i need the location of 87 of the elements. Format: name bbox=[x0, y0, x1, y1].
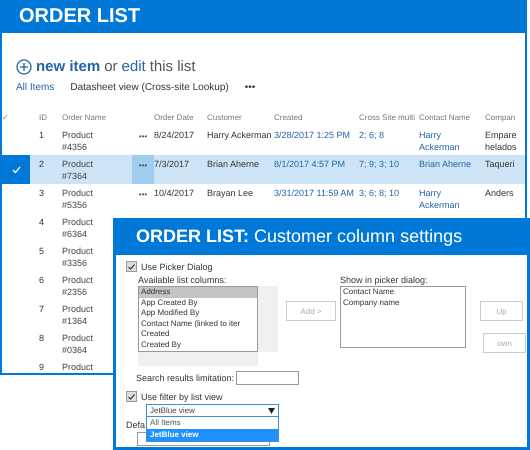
table-cell-text: 2 bbox=[38, 158, 46, 171]
table-cell-text: Harry Ackerman bbox=[207, 129, 273, 142]
picker-listbox[interactable]: Contact Name Company name bbox=[340, 286, 466, 348]
columns-listbox[interactable]: Address App Created By App Modified By Contact Name (linked to iter Created Created By bbox=[138, 286, 258, 352]
checkbox[interactable] bbox=[126, 261, 137, 272]
table-cell-text: Product #1364 bbox=[62, 303, 94, 328]
list-title: ORDER LIST bbox=[2, 0, 525, 33]
table-cell-text: Harry Ackerman bbox=[419, 129, 461, 154]
table-cell-text: Harry Ackerman bbox=[419, 187, 461, 212]
dialog-title: ORDER LIST: Customer column settings bbox=[116, 218, 527, 255]
field-label: Available list columns: bbox=[138, 275, 226, 285]
table-cell-text: 8 bbox=[38, 332, 46, 345]
table-row[interactable]: 3 Product #5356 ••• 10/4/2017 Brayan Lee 3/31/2017 11:59 AM 3; 6; 8; 10 Harry Ackerman Anders bbox=[2, 184, 525, 213]
column-header[interactable]: Compan bbox=[485, 108, 525, 124]
table-cell-text: Product #6364 bbox=[62, 216, 94, 241]
table-cell-text: Anders bbox=[485, 187, 515, 200]
table-cell-text: 7; 9; 3; 10 bbox=[359, 158, 400, 171]
table-cell-text: Brian Aherne bbox=[207, 158, 260, 171]
table-cell-text: 3/28/2017 1:25 PM bbox=[274, 129, 352, 142]
table-cell-text: 4 bbox=[38, 216, 46, 229]
column-header[interactable]: Order Date bbox=[154, 108, 207, 124]
vertical-scrollbar[interactable] bbox=[258, 286, 278, 352]
checkbox-label: Use Picker Dialog bbox=[141, 262, 213, 272]
table-cell-text: Product #0364 bbox=[62, 332, 94, 357]
more-button[interactable]: ••• bbox=[132, 184, 154, 213]
checkmark-icon bbox=[12, 166, 20, 174]
column-header[interactable]: Customer bbox=[207, 108, 274, 124]
more-button[interactable]: ••• bbox=[244, 82, 256, 93]
list-option[interactable]: App Modified By bbox=[139, 308, 257, 318]
column-header[interactable]: ✓ bbox=[2, 108, 30, 124]
table-cell-text: 3 bbox=[38, 187, 46, 200]
field-label: Search results limitation: bbox=[136, 373, 234, 383]
edit-link[interactable]: edit bbox=[122, 58, 146, 75]
table-cell-text: 10/4/2017 bbox=[154, 187, 196, 200]
table-cell-text: 3; 6; 8; 10 bbox=[359, 187, 400, 200]
table-cell-text: 8/24/2017 bbox=[154, 129, 196, 142]
column-header[interactable]: Contact Name bbox=[419, 108, 485, 124]
table-cell-text: 6 bbox=[38, 274, 46, 287]
more-button[interactable]: ••• bbox=[132, 155, 154, 184]
view-tab[interactable]: Datasheet view (Cross-site Lookup) bbox=[70, 82, 229, 93]
table-cell-text: 9 bbox=[38, 361, 46, 373]
checkmark-icon bbox=[128, 394, 135, 400]
table-cell-text: Product bbox=[62, 361, 94, 373]
field-label: Show in picker dialog: bbox=[340, 275, 428, 285]
field-label: Defa bbox=[126, 420, 146, 430]
list-option[interactable]: Company name bbox=[341, 298, 465, 308]
this-list-text: this list bbox=[150, 58, 196, 75]
checkbox-label: Use filter by list view bbox=[141, 392, 223, 402]
list-option[interactable]: App Created By bbox=[139, 298, 257, 308]
table-cell-text: 7/3/2017 bbox=[154, 158, 190, 171]
list-option[interactable]: Created bbox=[139, 329, 257, 340]
table-cell-text: 2; 6; 8 bbox=[359, 129, 386, 142]
input-field[interactable] bbox=[236, 371, 300, 385]
table-cell-text: 1 bbox=[38, 129, 46, 142]
list-option[interactable]: Created By bbox=[139, 340, 257, 350]
column-header[interactable]: ID bbox=[30, 108, 62, 124]
list-option[interactable]: Address bbox=[139, 287, 257, 298]
table-cell-text: Taqueri bbox=[485, 158, 516, 171]
table-cell-text: Product #7364 bbox=[62, 158, 94, 183]
new-item-link[interactable]: new item bbox=[36, 58, 100, 75]
table-cell-text: 7 bbox=[38, 303, 46, 316]
table-row[interactable]: 1 Product #4356 ••• 8/24/2017 Harry Ackerman 3/28/2017 1:25 PM 2; 6; 8 Harry Ackerman Empare helados bbox=[2, 126, 525, 155]
horizontal-scrollbar[interactable] bbox=[138, 352, 258, 366]
table-cell-text: Product #2356 bbox=[62, 274, 94, 299]
view-dropdown[interactable]: JetBlue view bbox=[146, 404, 279, 417]
table-cell-text: 3/31/2017 11:59 AM bbox=[274, 187, 355, 200]
caret-icon bbox=[268, 408, 275, 414]
checkmark-icon bbox=[128, 264, 135, 270]
table-cell-text: Product #3356 bbox=[62, 245, 94, 270]
table-cell-text: Empare helados bbox=[485, 129, 518, 154]
table-cell-text: Product #4356 bbox=[62, 129, 94, 154]
view-tab[interactable]: All Items bbox=[16, 82, 54, 93]
more-button[interactable]: ••• bbox=[132, 126, 154, 155]
plus-circle-icon[interactable] bbox=[16, 58, 32, 74]
table-cell-text: 8/1/2017 4:57 PM bbox=[274, 158, 346, 171]
checkbox[interactable] bbox=[126, 391, 137, 402]
list-option[interactable]: Contact Name (linked to iter bbox=[139, 318, 257, 329]
column-header[interactable]: Created bbox=[274, 108, 359, 124]
table-cell-text: Product #5356 bbox=[62, 187, 94, 212]
table-cell-text: Brayan Lee bbox=[207, 187, 254, 200]
table-cell-text: 5 bbox=[38, 245, 46, 258]
table-row[interactable]: 2 Product #7364 ••• 7/3/2017 Brian Aherne 8/1/2017 4:57 PM 7; 9; 3; 10 Brian Aherne Taqueri bbox=[2, 155, 525, 184]
column-header[interactable]: Order Name bbox=[62, 108, 132, 124]
or-text: or bbox=[104, 58, 118, 75]
list-option[interactable]: Contact Name bbox=[341, 287, 465, 298]
column-header[interactable]: Cross Site multi bbox=[359, 108, 419, 124]
table-cell-text: Brian Aherne bbox=[419, 158, 472, 171]
